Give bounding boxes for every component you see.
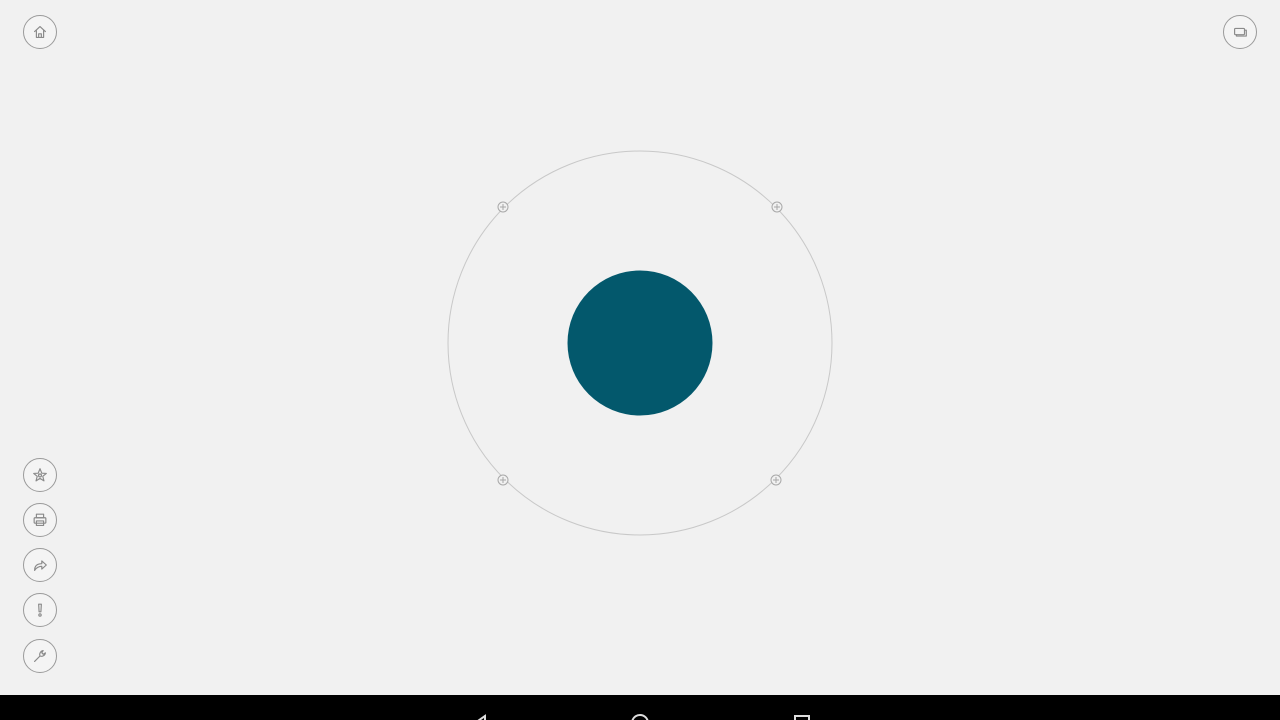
handle-bottom-left[interactable] (497, 474, 509, 486)
recents-button[interactable] (792, 713, 812, 720)
app-screen (0, 0, 1280, 695)
print-button[interactable] (23, 503, 57, 537)
center-core-button[interactable] (567, 270, 713, 416)
share-button[interactable] (23, 548, 57, 582)
exclamation-icon (38, 603, 42, 617)
favorite-button[interactable] (23, 458, 57, 492)
settings-button[interactable] (23, 639, 57, 673)
home-icon (34, 26, 46, 38)
star-icon (33, 468, 47, 482)
handle-top-right[interactable] (771, 201, 783, 213)
orbit-widget[interactable] (447, 150, 833, 536)
recents-square-icon (794, 715, 810, 720)
home-circle-icon (631, 714, 649, 720)
back-icon (477, 714, 486, 720)
printer-icon (33, 513, 47, 526)
windows-button[interactable] (1223, 15, 1257, 49)
share-arrow-icon (34, 560, 47, 571)
home-key-button[interactable] (630, 713, 650, 720)
handle-bottom-right[interactable] (770, 474, 782, 486)
system-navigation-bar (0, 695, 1280, 720)
alert-button[interactable] (23, 593, 57, 627)
windows-icon (1234, 27, 1247, 37)
back-button[interactable] (470, 713, 490, 720)
handle-top-left[interactable] (497, 201, 509, 213)
home-button[interactable] (23, 15, 57, 49)
wrench-icon (34, 650, 46, 662)
